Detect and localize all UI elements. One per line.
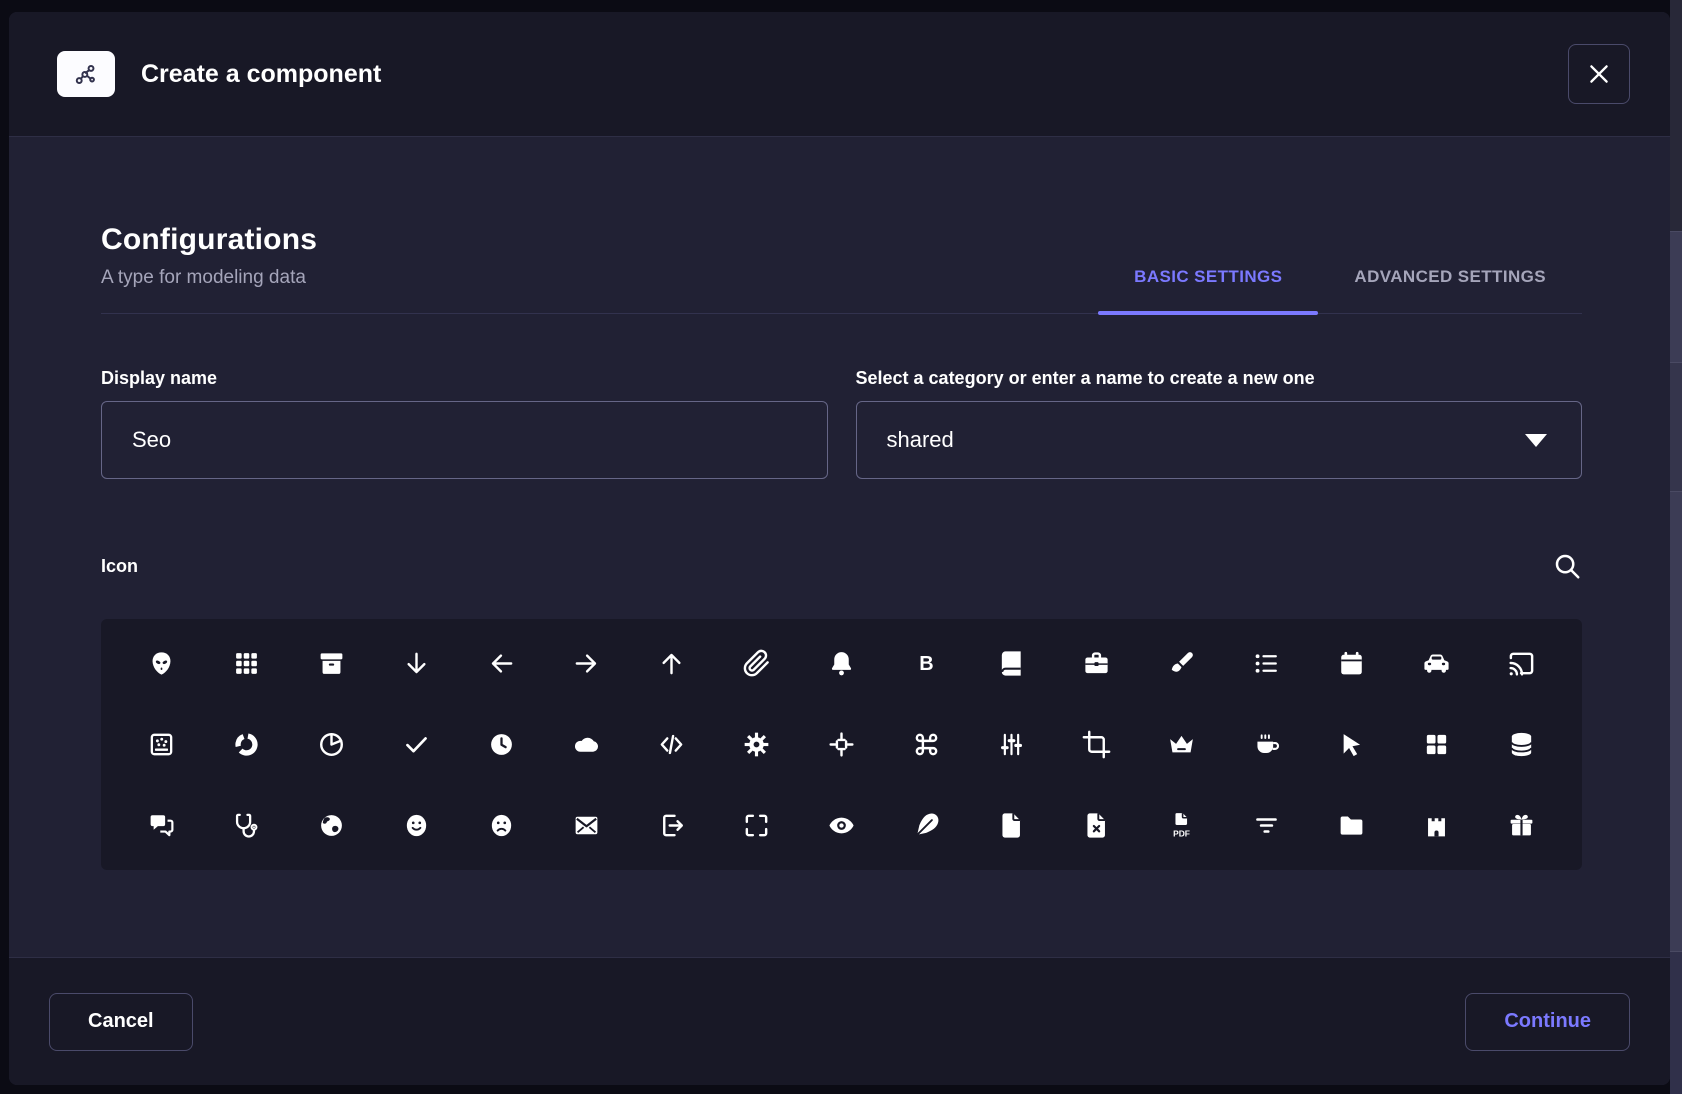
expand-icon[interactable] [742,811,771,840]
archive-icon[interactable] [317,649,346,678]
section-title-block: Configurations A type for modeling data [101,223,317,313]
tab-basic-settings[interactable]: BASIC SETTINGS [1098,267,1318,313]
calendar-icon[interactable] [1337,649,1366,678]
cloud-icon[interactable] [572,730,601,759]
icon-section-header: Icon [101,551,1582,581]
dashboard-icon[interactable] [1422,730,1451,759]
category-select[interactable]: shared [856,401,1583,479]
fort-icon[interactable] [1422,811,1451,840]
chart-circle-icon[interactable] [232,730,261,759]
clock-icon[interactable] [487,730,516,759]
search-icon [1552,551,1582,581]
book-icon[interactable] [997,649,1026,678]
arrow-right-icon[interactable] [572,649,601,678]
bold-icon[interactable] [912,649,941,678]
sliders-icon[interactable] [997,730,1026,759]
tab-advanced-settings[interactable]: ADVANCED SETTINGS [1318,267,1582,313]
modal-title: Create a component [141,60,381,89]
file-icon[interactable] [997,811,1026,840]
apps-icon[interactable] [232,649,261,678]
section-subtitle: A type for modeling data [101,267,317,289]
close-button[interactable] [1568,44,1630,104]
filter-icon[interactable] [1252,811,1281,840]
folder-icon[interactable] [1337,811,1366,840]
code-icon[interactable] [657,730,686,759]
briefcase-icon[interactable] [1082,649,1111,678]
brush-icon[interactable] [1167,649,1196,678]
cast-icon[interactable] [1507,649,1536,678]
bullet-list-icon[interactable] [1252,649,1281,678]
file-error-icon[interactable] [1082,811,1111,840]
discuss-icon[interactable] [147,811,176,840]
category-label: Select a category or enter a name to cre… [856,368,1583,389]
emotion-happy-icon[interactable] [402,811,431,840]
page-edge-segment [1670,952,1682,1094]
crop-icon[interactable] [1082,730,1111,759]
command-icon[interactable] [912,730,941,759]
check-icon[interactable] [402,730,431,759]
eye-icon[interactable] [827,811,856,840]
page-edge-segment [1670,0,1682,232]
category-selected-value: shared [887,427,954,453]
chart-pie-icon[interactable] [317,730,346,759]
bell-icon[interactable] [827,649,856,678]
icon-grid [101,619,1582,870]
close-icon [1586,61,1612,87]
envelope-icon[interactable] [572,811,601,840]
page-edge-segment [1670,492,1682,952]
category-field-group: Select a category or enter a name to cre… [856,368,1583,479]
icon-search-button[interactable] [1552,551,1582,581]
cancel-button[interactable]: Cancel [49,993,193,1051]
feather-icon[interactable] [912,811,941,840]
display-name-field-group: Display name [101,368,828,479]
modal-footer: Cancel Continue [9,957,1670,1085]
modal-header: Create a component [9,12,1670,137]
display-name-input[interactable] [101,401,828,479]
collapse-icon[interactable] [827,730,856,759]
form-row: Display name Select a category or enter … [101,368,1582,479]
gift-icon[interactable] [1507,811,1536,840]
arrow-left-icon[interactable] [487,649,516,678]
chart-bubble-icon[interactable] [147,730,176,759]
file-pdf-icon[interactable] [1167,811,1196,840]
arrow-up-icon[interactable] [657,649,686,678]
arrow-down-icon[interactable] [402,649,431,678]
chevron-down-icon [1525,434,1547,447]
earth-icon[interactable] [317,811,346,840]
page-edge-strip [1670,0,1682,1094]
section-title: Configurations [101,223,317,257]
settings-tabs: BASIC SETTINGS ADVANCED SETTINGS [1098,267,1582,313]
cursor-icon[interactable] [1337,730,1366,759]
crown-icon[interactable] [1167,730,1196,759]
exit-icon[interactable] [657,811,686,840]
doctor-icon[interactable] [232,811,261,840]
section-header: Configurations A type for modeling data … [101,223,1582,314]
attachment-icon[interactable] [742,649,771,678]
emotion-unhappy-icon[interactable] [487,811,516,840]
continue-button[interactable]: Continue [1465,993,1630,1051]
car-icon[interactable] [1422,649,1451,678]
database-icon[interactable] [1507,730,1536,759]
alien-icon[interactable] [147,649,176,678]
component-icon [57,51,115,97]
page-edge-segment [1670,363,1682,492]
icon-label: Icon [101,556,138,577]
cog-icon[interactable] [742,730,771,759]
modal-body: Configurations A type for modeling data … [9,137,1670,957]
create-component-modal: Create a component Configurations A type… [9,12,1670,1085]
display-name-label: Display name [101,368,828,389]
page-edge-segment [1670,232,1682,363]
cup-icon[interactable] [1252,730,1281,759]
